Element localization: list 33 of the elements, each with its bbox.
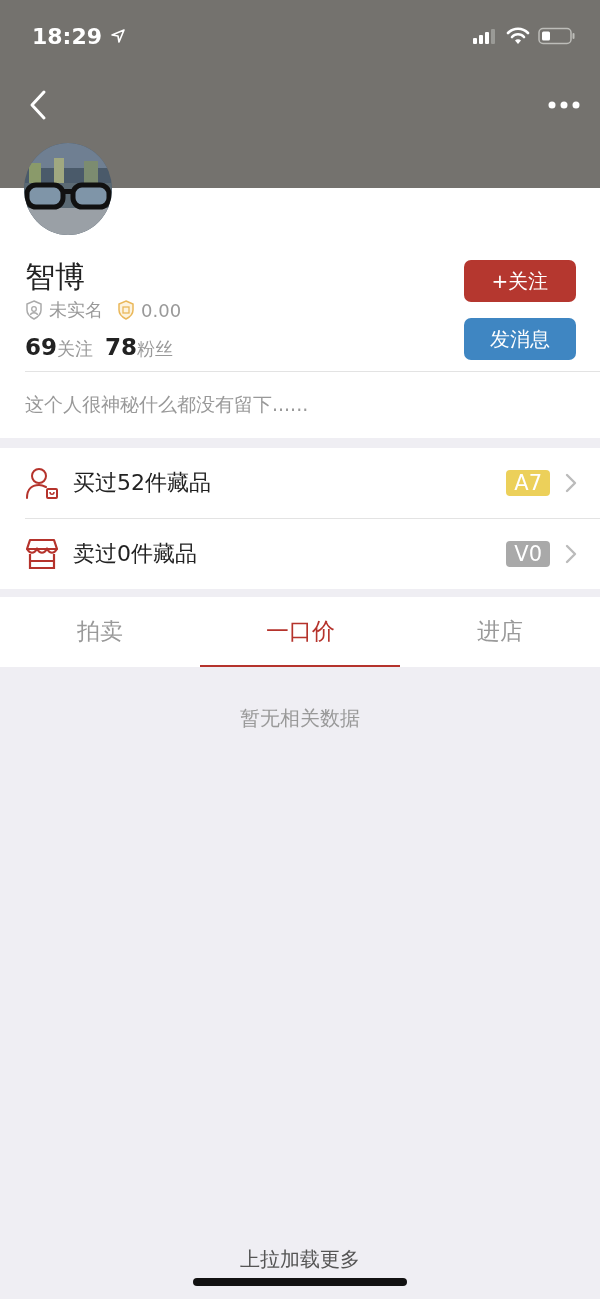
verification-status: 未实名 [49,298,103,322]
load-more-text: 上拉加载更多 [240,1246,360,1273]
follow-button[interactable]: +关注 [464,260,576,302]
user-bag-icon [25,466,59,500]
tab[interactable]: 拍卖 [0,597,200,667]
level-badge: A7 [506,470,550,496]
chevron-right-icon[interactable] [564,543,578,565]
shop-icon [25,537,59,571]
shield-user-icon [25,300,43,320]
shield-deposit-icon [117,300,135,320]
user-name: 智博 [25,258,86,296]
location-arrow-icon [110,28,127,44]
followers-label: 粉丝 [137,337,174,361]
more-icon[interactable] [548,100,580,110]
followers-count: 78 [105,334,138,360]
battery-icon [538,27,576,45]
message-button[interactable]: 发消息 [464,318,576,360]
wifi-icon [506,27,530,45]
status-time: 18:29 [32,23,103,49]
record-label: 买过52件藏品 [73,469,212,497]
level-badge: V0 [506,541,550,567]
tab[interactable]: 一口价 [200,597,400,667]
home-indicator[interactable] [193,1278,407,1286]
record-label: 卖过0件藏品 [73,540,198,568]
bio-text: 这个人很神秘什么都没有留下...... [25,392,310,417]
following-label: 关注 [57,337,93,361]
following-count: 69 [25,334,57,360]
deposit-amount: 0.00 [141,299,182,321]
tab[interactable]: 进店 [400,597,600,667]
empty-message: 暂无相关数据 [240,705,360,732]
back-icon[interactable] [28,89,48,121]
chevron-right-icon[interactable] [564,472,578,494]
signal-icon [472,28,498,44]
